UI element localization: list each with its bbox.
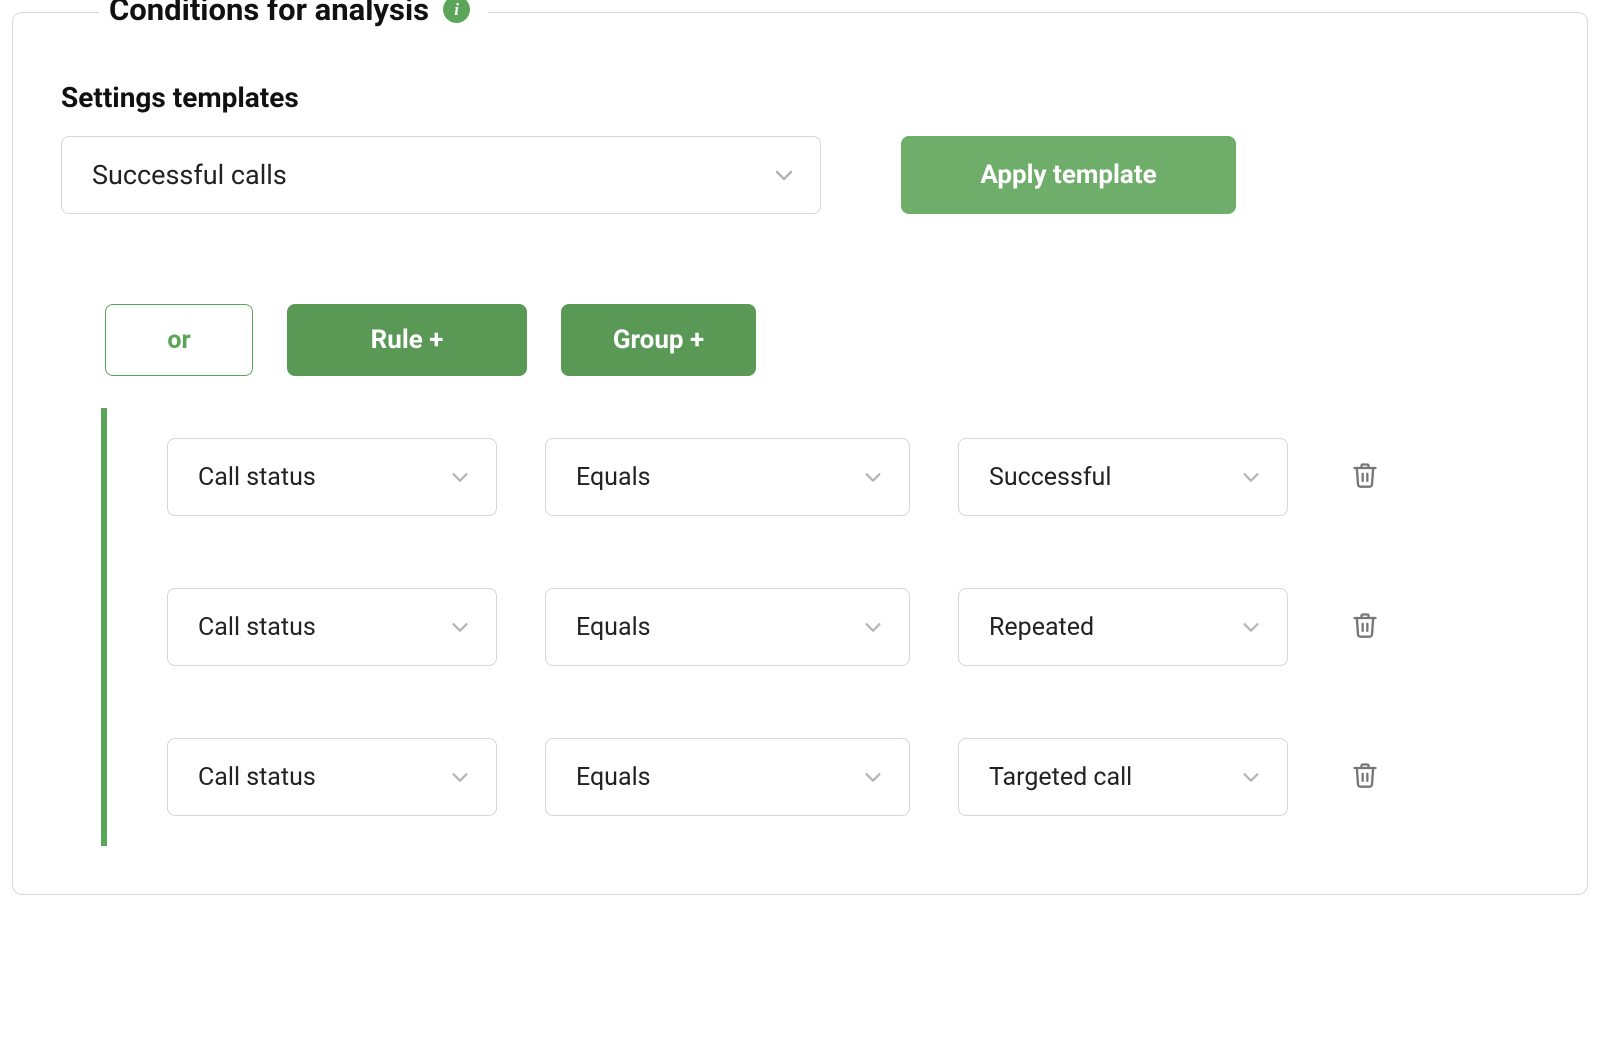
rule-operator-value: Equals — [576, 463, 651, 492]
panel-title: Conditions for analysis — [109, 0, 429, 28]
rule-operator-select[interactable]: Equals — [545, 738, 910, 816]
rule-value-select[interactable]: Targeted call — [958, 738, 1288, 816]
trash-icon — [1351, 461, 1379, 493]
chevron-down-icon — [861, 765, 885, 789]
rule-field-select[interactable]: Call status — [167, 438, 497, 516]
chevron-down-icon — [861, 615, 885, 639]
chevron-down-icon — [861, 465, 885, 489]
rule-row: Call status Equals Successful — [167, 438, 1539, 516]
rule-row: Call status Equals Repeated — [167, 588, 1539, 666]
rules-toolbar: or Rule + Group + — [105, 304, 1539, 376]
delete-rule-button[interactable] — [1348, 460, 1382, 494]
rule-value-value: Repeated — [989, 613, 1094, 642]
delete-rule-button[interactable] — [1348, 760, 1382, 794]
rule-field-select[interactable]: Call status — [167, 588, 497, 666]
template-row: Successful calls Apply template — [61, 136, 1539, 214]
template-select-value: Successful calls — [92, 159, 287, 191]
chevron-down-icon — [1239, 615, 1263, 639]
add-group-button[interactable]: Group + — [561, 304, 756, 376]
trash-icon — [1351, 611, 1379, 643]
rule-field-value: Call status — [198, 463, 316, 492]
trash-icon — [1351, 761, 1379, 793]
add-rule-button[interactable]: Rule + — [287, 304, 527, 376]
chevron-down-icon — [448, 615, 472, 639]
delete-rule-button[interactable] — [1348, 610, 1382, 644]
info-icon[interactable]: i — [443, 0, 470, 23]
rule-value-value: Targeted call — [989, 763, 1132, 792]
template-select[interactable]: Successful calls — [61, 136, 821, 214]
rule-operator-value: Equals — [576, 613, 651, 642]
rule-value-select[interactable]: Repeated — [958, 588, 1288, 666]
conditions-panel: Conditions for analysis i Settings templ… — [12, 12, 1588, 895]
rule-value-select[interactable]: Successful — [958, 438, 1288, 516]
rule-operator-value: Equals — [576, 763, 651, 792]
templates-heading: Settings templates — [61, 81, 1539, 114]
rule-field-select[interactable]: Call status — [167, 738, 497, 816]
chevron-down-icon — [1239, 465, 1263, 489]
apply-template-button[interactable]: Apply template — [901, 136, 1236, 214]
chevron-down-icon — [1239, 765, 1263, 789]
chevron-down-icon — [448, 765, 472, 789]
panel-legend: Conditions for analysis i — [99, 0, 488, 28]
or-button[interactable]: or — [105, 304, 253, 376]
rule-field-value: Call status — [198, 613, 316, 642]
chevron-down-icon — [448, 465, 472, 489]
rule-operator-select[interactable]: Equals — [545, 588, 910, 666]
rules-group: Call status Equals Successful — [101, 408, 1539, 846]
rule-operator-select[interactable]: Equals — [545, 438, 910, 516]
rule-row: Call status Equals Targeted call — [167, 738, 1539, 816]
rule-value-value: Successful — [989, 463, 1111, 492]
chevron-down-icon — [772, 163, 796, 187]
rule-field-value: Call status — [198, 763, 316, 792]
